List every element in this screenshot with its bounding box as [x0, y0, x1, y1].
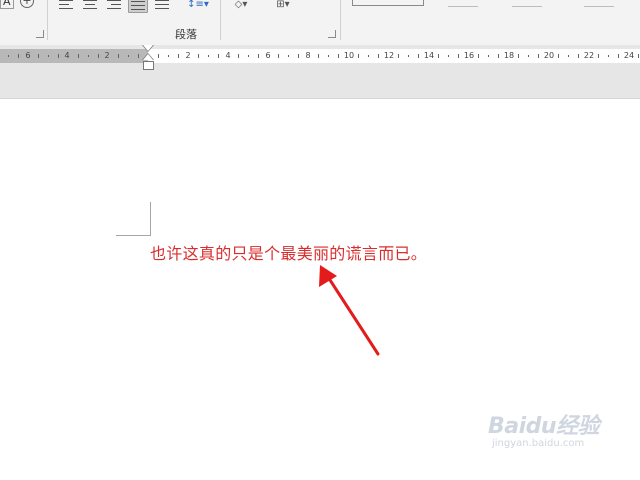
watermark-logo: Baidu经验: [488, 414, 600, 439]
watermark-url: jingyan.baidu.com: [492, 438, 585, 449]
watermark: Baidu经验 jingyan.baidu.com: [488, 408, 600, 449]
